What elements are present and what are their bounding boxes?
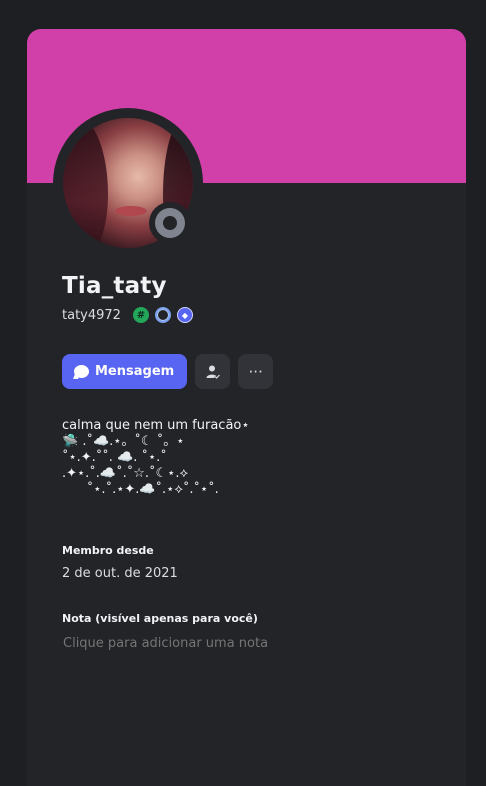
quest-badge-icon[interactable]: ◆ — [176, 307, 193, 323]
hash-badge-icon[interactable]: # — [132, 307, 149, 323]
note-input[interactable] — [63, 634, 433, 652]
more-options-button[interactable]: ··· — [238, 354, 274, 389]
profile-page: Tia_taty taty4972 # ◆ Mensagem ··· calma… — [0, 0, 486, 786]
nitro-boost-badge-icon[interactable] — [154, 307, 171, 323]
display-name: Tia_taty — [62, 273, 167, 299]
bio-line: ˚⋆.˚.⋆✦.☁️˚.⋆⟡˚.˚⋆˚. — [62, 482, 219, 497]
bio: calma que nem um furacão⋆ 🛸 .˚☁️.⋆。˚☾ ˚。… — [62, 418, 442, 498]
bio-line: ˚⋆.✦.˚˚. ☁️. ˚⋆.˚ — [62, 450, 167, 465]
member-since-title: Membro desde — [62, 544, 154, 557]
more-options-icon: ··· — [248, 362, 263, 381]
bio-line: .✦⋆.˚.☁️˚.˚☆.˚☾⋆.⟡ — [62, 466, 189, 481]
note-title: Nota (visível apenas para você) — [62, 612, 258, 625]
offline-status-icon — [155, 208, 185, 238]
message-button[interactable]: Mensagem — [62, 354, 188, 389]
profile-actions: Mensagem ··· — [62, 354, 274, 389]
bio-line: 🛸 .˚☁️.⋆。˚☾ ˚。⋆ — [62, 434, 185, 449]
add-friend-button[interactable] — [195, 354, 231, 389]
add-friend-icon — [206, 365, 221, 380]
username: taty4972 — [62, 307, 121, 323]
chat-bubble-icon — [74, 364, 89, 379]
username-row: taty4972 # ◆ — [62, 307, 193, 323]
member-since-value: 2 de out. de 2021 — [62, 566, 178, 581]
status-indicator — [149, 202, 191, 244]
bio-line: calma que nem um furacão⋆ — [62, 418, 250, 433]
message-button-label: Mensagem — [95, 364, 175, 379]
